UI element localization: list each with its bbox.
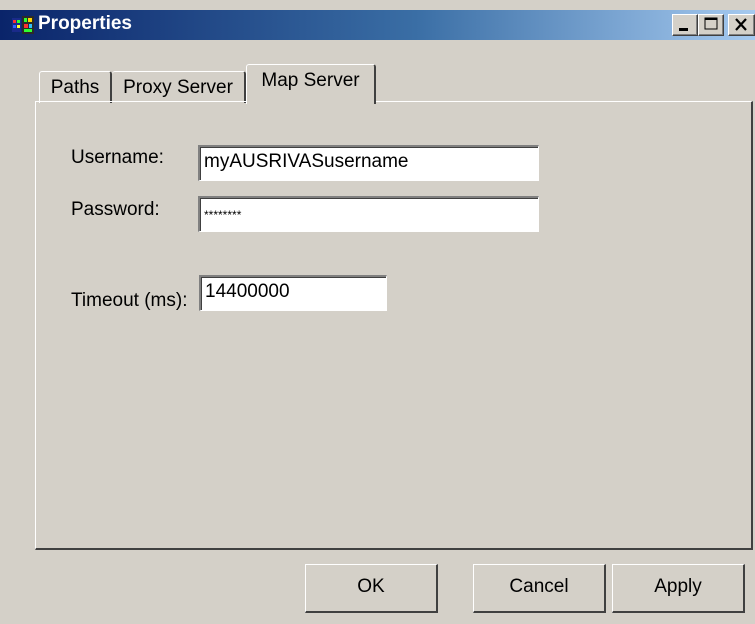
window-title: Properties xyxy=(38,13,132,34)
close-icon xyxy=(735,18,747,31)
app-icon xyxy=(12,16,34,34)
minimize-icon xyxy=(679,28,688,31)
minimize-button[interactable] xyxy=(672,14,698,36)
maximize-button[interactable] xyxy=(698,14,724,36)
close-button[interactable] xyxy=(728,14,755,36)
ok-button[interactable]: OK xyxy=(305,564,438,613)
tab-proxy-server[interactable]: Proxy Server xyxy=(112,71,246,103)
tab-map-server[interactable]: Map Server xyxy=(246,64,376,106)
tab-paths[interactable]: Paths xyxy=(39,71,112,103)
properties-dialog: Properties Paths Proxy Server Map Server… xyxy=(0,0,755,624)
apply-button[interactable]: Apply xyxy=(612,564,745,613)
map-server-panel xyxy=(35,101,753,550)
title-bar[interactable]: Properties xyxy=(0,10,755,40)
maximize-icon xyxy=(704,17,718,30)
cancel-button[interactable]: Cancel xyxy=(473,564,606,613)
